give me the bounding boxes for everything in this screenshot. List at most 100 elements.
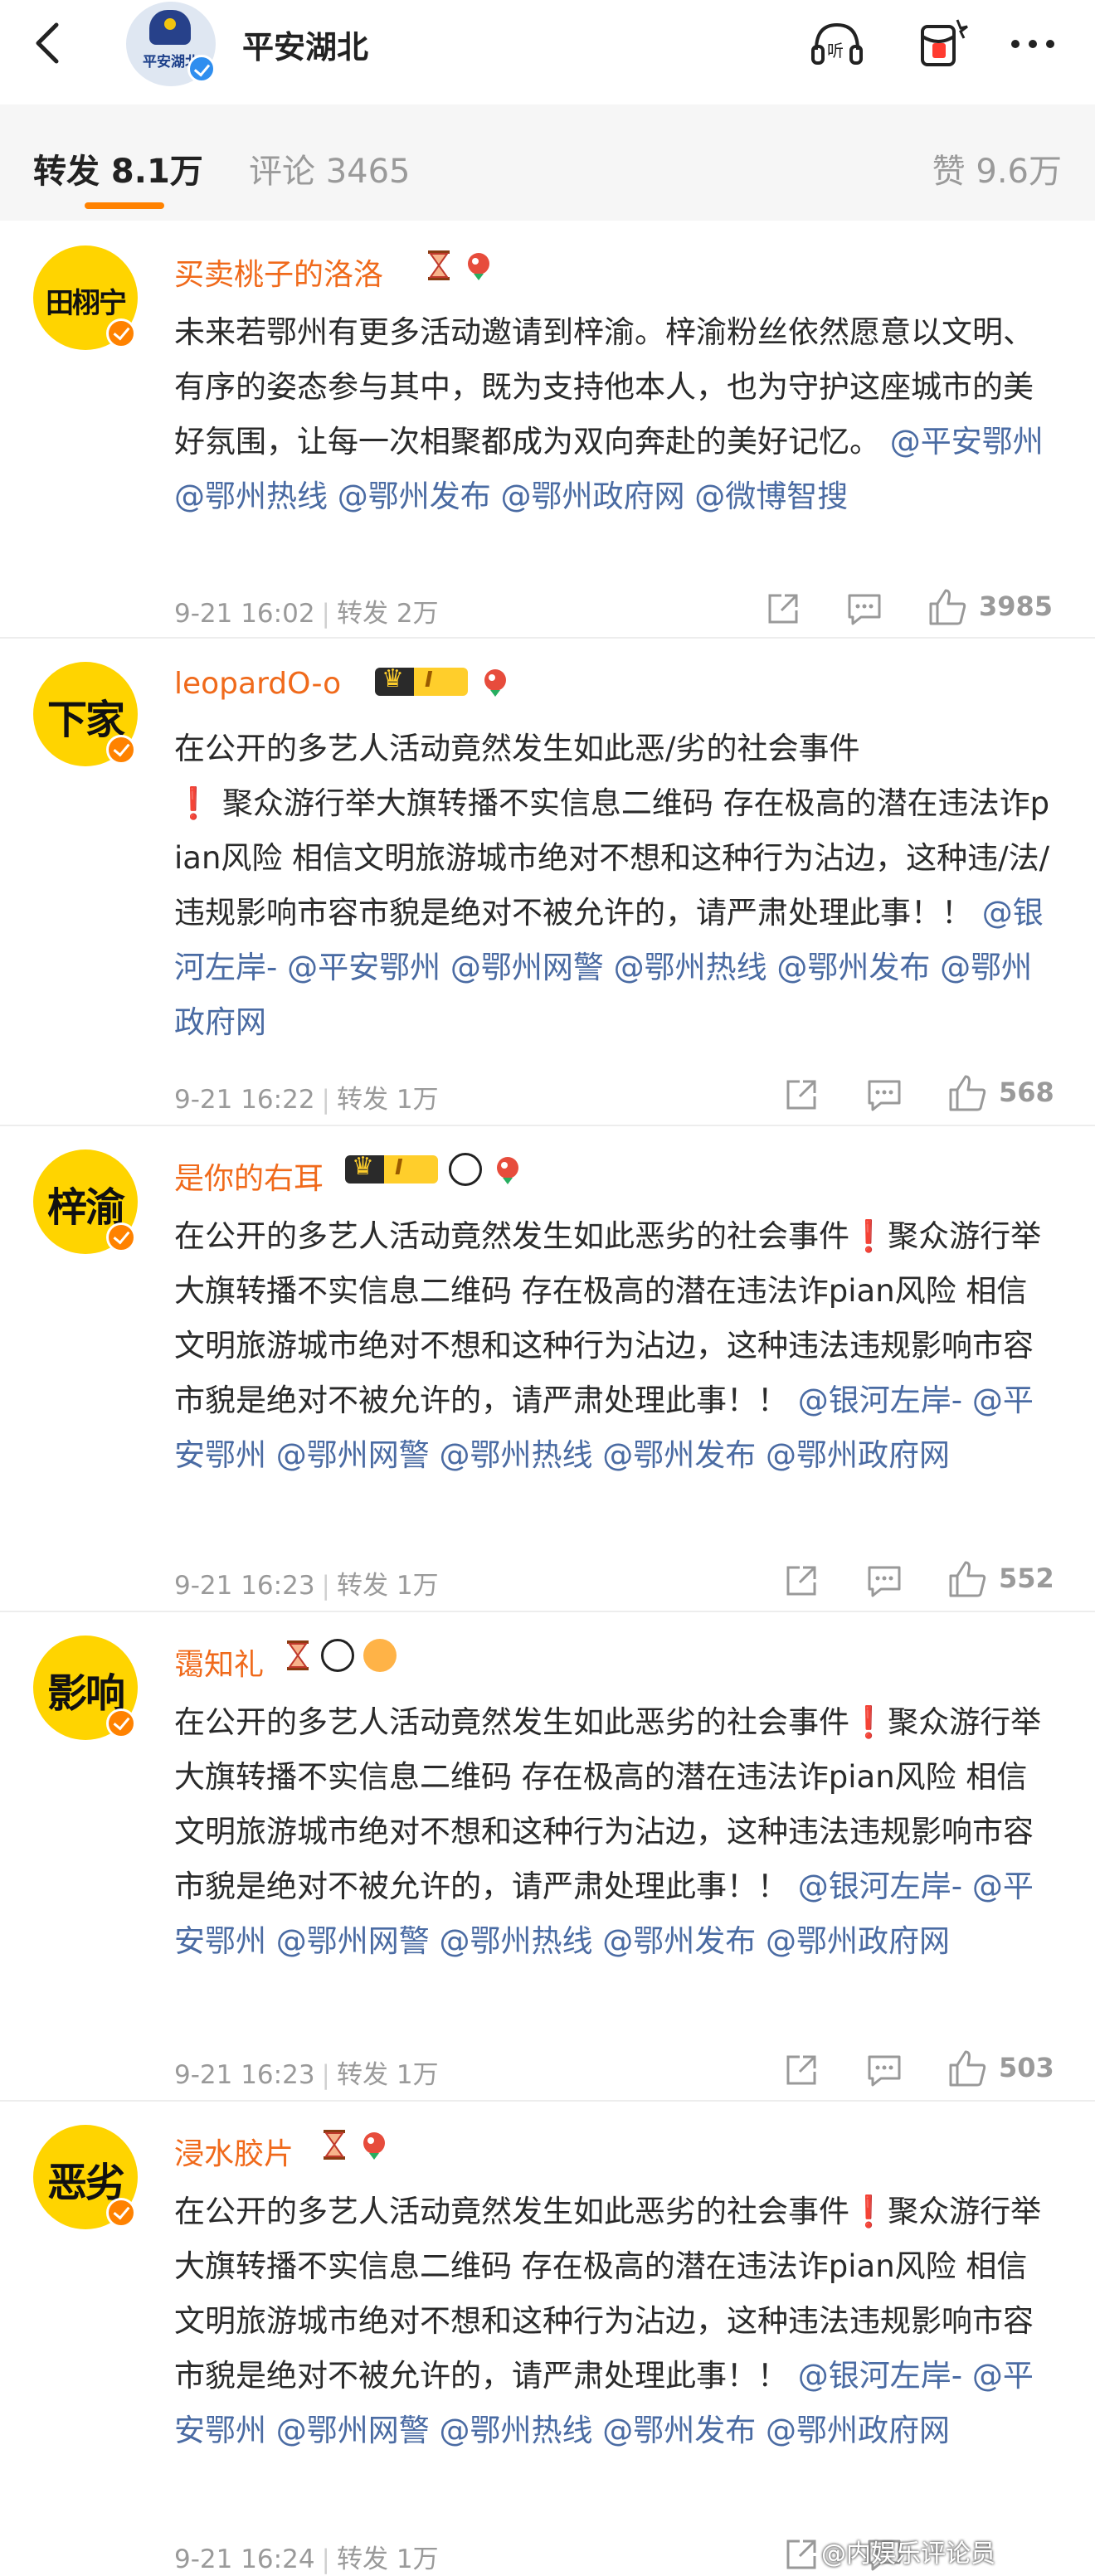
list-item[interactable]: 恶劣 浸水胶片 在公开的多艺人活动竟然发生如此恶劣的社会事件❗聚众游行举大旗转播… xyxy=(0,2100,1095,2576)
user-badges xyxy=(284,1639,402,1675)
hourglass-icon xyxy=(324,2130,345,2160)
post-text: 在公开的多艺人活动竟然发生如此恶劣的社会事件 xyxy=(174,1218,849,1254)
avatar[interactable]: 恶劣 xyxy=(33,2125,138,2229)
listen-icon[interactable]: 听 xyxy=(808,15,866,73)
list-item[interactable]: 影响 霭知礼 在公开的多艺人活动竟然发生如此恶劣的社会事件❗聚众游行举大旗转播不… xyxy=(0,1611,1095,2102)
user-badges: I xyxy=(375,664,517,702)
verified-icon xyxy=(106,2198,136,2228)
panda-icon xyxy=(449,1153,483,1186)
puffer-icon xyxy=(363,1639,397,1672)
avatar-label: 田栩宁 xyxy=(46,287,127,320)
post-body: 在公开的多艺人活动竟然发生如此恶劣的社会事件❗聚众游行举大旗转播不实信息二维码 … xyxy=(174,1209,1054,1483)
post-meta: 9-21 16:02 | 转发 2万 xyxy=(174,599,439,629)
post-time: 9-21 16:02 xyxy=(174,599,315,629)
post-meta: 9-21 16:24 | 转发 1万 xyxy=(174,2544,439,2574)
list-item[interactable]: 下家 leopardO-o I 在公开的多艺人活动竟然发生如此恶/劣的社会事件 ❗… xyxy=(0,637,1095,1126)
post-body: 在公开的多艺人活动竟然发生如此恶劣的社会事件❗聚众游行举大旗转播不实信息二维码 … xyxy=(174,2185,1054,2458)
hourglass-icon xyxy=(287,1640,309,1670)
avatar[interactable]: 梓渝 xyxy=(33,1149,138,1254)
post-meta: 9-21 16:23 | 转发 1万 xyxy=(174,1571,439,1601)
verified-icon xyxy=(106,1222,136,1252)
like-icon[interactable] xyxy=(946,2047,989,2090)
avatar[interactable]: 影响 xyxy=(33,1636,138,1740)
user-badges xyxy=(425,249,500,285)
verified-icon xyxy=(106,1708,136,1738)
interaction-tabs: 转发 8.1万 评论 3465 赞 9.6万 xyxy=(0,104,1095,221)
post-body: 在公开的多艺人活动竟然发生如此恶劣的社会事件❗聚众游行举大旗转播不实信息二维码 … xyxy=(174,1695,1054,1969)
police-badge-icon xyxy=(149,10,191,45)
repost-count[interactable]: 转发 1万 xyxy=(337,1085,439,1115)
user-badges xyxy=(320,2128,396,2165)
post-body: 在公开的多艺人活动竟然发生如此恶/劣的社会事件 ❗ 聚众游行举大旗转播不实信息二维… xyxy=(174,722,1054,1050)
tab-like[interactable]: 赞 9.6万 xyxy=(932,144,1062,192)
like-count: 503 xyxy=(999,2052,1054,2083)
fan-badge-icon xyxy=(363,2132,386,2160)
warning-icon: ❗ xyxy=(849,2194,888,2229)
username[interactable]: 浸水胶片 xyxy=(174,2130,294,2173)
post-body: 未来若鄂州有更多活动邀请到梓渝。梓渝粉丝依然愿意以文明、有序的姿态参与其中，既为… xyxy=(174,305,1054,524)
watermark: @内娱乐评论员 xyxy=(821,2540,995,2569)
like-count: 552 xyxy=(999,1563,1054,1594)
repost-count[interactable]: 转发 2万 xyxy=(337,599,439,629)
like-count: 568 xyxy=(999,1077,1054,1108)
comment-icon[interactable] xyxy=(843,587,886,630)
share-icon[interactable] xyxy=(780,1073,823,1116)
warning-icon: ❗ xyxy=(849,1704,888,1740)
username[interactable]: 霭知礼 xyxy=(174,1640,264,1684)
username[interactable]: leopardO-o xyxy=(174,667,341,701)
hourglass-icon xyxy=(428,250,450,280)
fan-badge-icon xyxy=(497,1157,519,1184)
post-meta: 9-21 16:22 | 转发 1万 xyxy=(174,1085,439,1115)
avatar[interactable]: 下家 xyxy=(33,662,138,766)
user-badges: I xyxy=(345,1152,529,1189)
tab-comment[interactable]: 评论 3465 xyxy=(249,144,411,192)
post-text: 在公开的多艺人活动竟然发生如此恶劣的社会事件 xyxy=(174,1704,849,1740)
post-text-cont: 聚众游行举大旗转播不实信息二维码 存在极高的潜在违法诈pian风险 相信文明旅游… xyxy=(174,785,1050,931)
share-icon[interactable] xyxy=(762,587,805,630)
like-icon[interactable] xyxy=(946,1558,989,1601)
share-icon[interactable] xyxy=(780,1559,823,1602)
post-time: 9-21 16:23 xyxy=(174,2060,315,2090)
level-badge-icon: I xyxy=(345,1152,438,1184)
like-count: 3985 xyxy=(979,591,1054,622)
panda-icon xyxy=(321,1639,355,1672)
repost-count[interactable]: 转发 1万 xyxy=(337,2060,439,2090)
post-time: 9-21 16:22 xyxy=(174,1085,315,1115)
svg-text:听: 听 xyxy=(827,41,844,61)
repost-count[interactable]: 转发 1万 xyxy=(337,1571,439,1601)
red-packet-icon[interactable] xyxy=(912,15,971,73)
fan-badge-icon xyxy=(484,669,507,697)
verified-icon xyxy=(187,55,216,83)
post-text: 在公开的多艺人活动竟然发生如此恶/劣的社会事件 xyxy=(174,731,860,766)
tab-repost[interactable]: 转发 8.1万 xyxy=(33,144,203,192)
comment-icon[interactable] xyxy=(863,1073,906,1116)
level-label: I xyxy=(395,1155,403,1180)
level-label: I xyxy=(425,668,433,693)
list-item[interactable]: 田栩宁 买卖桃子的洛洛 未来若鄂州有更多活动邀请到梓渝。梓渝粉丝依然愿意以文明、… xyxy=(0,221,1095,639)
warning-icon: ❗ xyxy=(174,785,213,821)
verified-icon xyxy=(106,735,136,765)
like-icon[interactable] xyxy=(926,586,969,629)
top-nav-bar: 平安湖北 平安湖北 听 xyxy=(0,0,1095,91)
more-icon[interactable] xyxy=(1004,15,1062,73)
username[interactable]: 买卖桃子的洛洛 xyxy=(174,250,383,294)
page-title[interactable]: 平安湖北 xyxy=(242,22,368,67)
share-icon[interactable] xyxy=(780,2049,823,2092)
share-icon[interactable] xyxy=(780,2533,823,2576)
repost-count[interactable]: 转发 1万 xyxy=(337,2544,439,2574)
level-badge-icon: I xyxy=(375,664,468,696)
like-icon[interactable] xyxy=(946,1072,989,1115)
warning-icon: ❗ xyxy=(849,1218,888,1254)
comment-icon[interactable] xyxy=(863,2049,906,2092)
verified-icon xyxy=(106,318,136,348)
post-text: 在公开的多艺人活动竟然发生如此恶劣的社会事件 xyxy=(174,2194,849,2229)
username[interactable]: 是你的右耳 xyxy=(174,1154,324,1198)
active-tab-indicator xyxy=(85,202,164,209)
post-meta: 9-21 16:23 | 转发 1万 xyxy=(174,2060,439,2090)
list-item[interactable]: 梓渝 是你的右耳 I 在公开的多艺人活动竟然发生如此恶劣的社会事件❗聚众游行举大… xyxy=(0,1125,1095,1612)
back-icon[interactable] xyxy=(25,18,75,68)
post-time: 9-21 16:23 xyxy=(174,1571,315,1601)
comment-icon[interactable] xyxy=(863,1559,906,1602)
avatar[interactable]: 田栩宁 xyxy=(33,245,138,350)
fan-badge-icon xyxy=(468,253,490,280)
